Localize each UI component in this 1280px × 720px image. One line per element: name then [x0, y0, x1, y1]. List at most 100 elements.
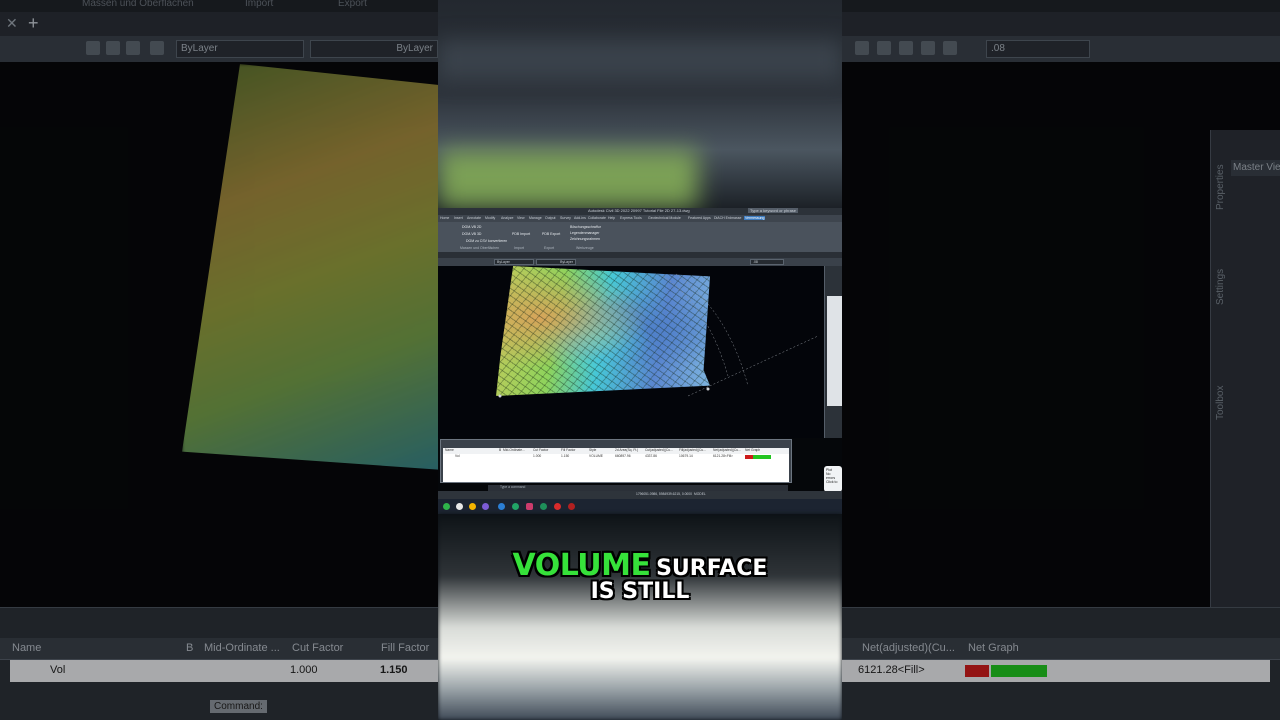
- cad-title-bar: Autodesk Civil 3D 2022 20997 Tutorial Fi…: [438, 208, 842, 215]
- command-chip: Command:: [210, 700, 267, 713]
- bg-properties-panel: Properties Settings Toolbox Master View: [1210, 130, 1280, 610]
- ribbon-item[interactable]: Zeichnungsrahmen: [570, 237, 600, 241]
- ribbon-tab[interactable]: Annotate: [467, 216, 481, 220]
- ribbon-item[interactable]: DGM zu CSV konvertieren: [466, 239, 507, 243]
- ribbon-item[interactable]: Legendenmanager: [570, 231, 599, 235]
- boundary-lines: [498, 273, 819, 398]
- cad-linetype-combo[interactable]: ByLayer: [536, 259, 576, 265]
- notification-link[interactable]: Click to: [826, 480, 840, 484]
- ribbon-tab[interactable]: View: [517, 216, 525, 220]
- status-model[interactable]: MODEL: [694, 492, 706, 496]
- column-header[interactable]: Fill Factor: [381, 642, 429, 654]
- ribbon-tab[interactable]: DiACH Erdmasse: [714, 216, 741, 220]
- panel-label[interactable]: Properties: [1215, 164, 1226, 210]
- ribbon-item[interactable]: DGM-VB 2D: [462, 225, 481, 229]
- grid-column-header[interactable]: Name: [445, 448, 454, 452]
- bg-lineweight-combo[interactable]: .08: [986, 40, 1090, 58]
- ribbon-tab[interactable]: Help: [608, 216, 615, 220]
- grid-column-header[interactable]: Net Graph: [745, 448, 760, 452]
- tool-icon[interactable]: [855, 41, 869, 55]
- tool-icon[interactable]: [921, 41, 935, 55]
- tool-icon[interactable]: [877, 41, 891, 55]
- ribbon-tab[interactable]: Add-ins: [574, 216, 586, 220]
- ribbon-tab-active[interactable]: Vermessung: [744, 216, 766, 220]
- row-fill-factor: 1.150: [380, 664, 408, 676]
- new-tab-icon[interactable]: +: [28, 13, 39, 34]
- grid-column-header[interactable]: Style: [589, 448, 596, 452]
- close-icon[interactable]: ✕: [6, 15, 18, 32]
- grid-column-header[interactable]: Fill Factor: [561, 448, 575, 452]
- ribbon-tab[interactable]: Survey: [560, 216, 571, 220]
- video-frame[interactable]: Autodesk Civil 3D 2022 20997 Tutorial Fi…: [438, 0, 842, 720]
- cad-layer-combo[interactable]: ByLayer: [494, 259, 534, 265]
- plot-notification[interactable]: Plot No errors Click to: [824, 466, 842, 492]
- ribbon-item[interactable]: PDB Import: [512, 232, 530, 236]
- cad-properties-toolbar: ByLayer ByLayer .08: [438, 258, 842, 266]
- grid-cut: 4337.86: [645, 454, 657, 458]
- grid-column-header[interactable]: Net(adjusted)(Cu...: [713, 448, 741, 452]
- app-icon[interactable]: [482, 503, 489, 510]
- layer-tool-icon[interactable]: [86, 41, 100, 55]
- bg-linetype-combo[interactable]: ByLayer: [310, 40, 438, 58]
- app-icon[interactable]: [512, 503, 519, 510]
- panel-label[interactable]: Settings: [1215, 269, 1226, 305]
- app-icon[interactable]: [568, 503, 575, 510]
- cad-window-title: Autodesk Civil 3D 2022 20997 Tutorial Fi…: [588, 208, 690, 213]
- column-header[interactable]: Name: [12, 642, 41, 654]
- panel-label[interactable]: Toolbox: [1215, 386, 1226, 420]
- grid-column-header[interactable]: 2d Area(Sq. Ft.): [615, 448, 638, 452]
- ribbon-item[interactable]: Böschungsschraffur: [570, 225, 601, 229]
- app-icon[interactable]: [526, 503, 533, 510]
- ribbon-tab[interactable]: Insert: [454, 216, 463, 220]
- ribbon-item[interactable]: PDB Export: [542, 232, 560, 236]
- ribbon-tab[interactable]: Geotechnical Module: [648, 216, 681, 220]
- bg-color-combo[interactable]: ByLayer: [176, 40, 304, 58]
- app-icon[interactable]: [540, 503, 547, 510]
- layer-tool-icon[interactable]: [150, 41, 164, 55]
- cad-lineweight-combo[interactable]: .08: [750, 259, 784, 265]
- volumes-dashboard-panel: Name B Mid-Ordinate... Cut Factor Fill F…: [440, 439, 792, 483]
- ribbon-tab[interactable]: Analyze: [501, 216, 513, 220]
- app-icon[interactable]: [456, 503, 463, 510]
- ribbon-tab[interactable]: Featured Apps: [688, 216, 711, 220]
- app-icon[interactable]: [443, 503, 450, 510]
- grid-name: Vol: [455, 454, 460, 458]
- grid-row[interactable]: Vol 1.000 1.150 VOLUME 660897.96 4337.86…: [443, 454, 789, 482]
- tool-icon[interactable]: [943, 41, 957, 55]
- column-header[interactable]: Net Graph: [968, 642, 1019, 654]
- ribbon-group-label: Import: [514, 246, 524, 250]
- grid-column-header[interactable]: B: [499, 448, 501, 452]
- column-header[interactable]: B: [186, 642, 193, 654]
- layer-tool-icon[interactable]: [126, 41, 140, 55]
- ribbon-tab[interactable]: Collaborate: [588, 216, 606, 220]
- ribbon-tab[interactable]: Express Tools: [620, 216, 642, 220]
- column-header[interactable]: Mid-Ordinate ...: [204, 642, 280, 654]
- bg-menu-item[interactable]: Massen und Oberflächen: [82, 0, 194, 9]
- grid-column-header[interactable]: Cut Factor: [533, 448, 548, 452]
- app-icon[interactable]: [498, 503, 505, 510]
- column-header[interactable]: Net(adjusted)(Cu...: [862, 642, 955, 654]
- bg-menu-item[interactable]: Export: [338, 0, 367, 9]
- cad-screenshot: Autodesk Civil 3D 2022 20997 Tutorial Fi…: [438, 208, 842, 514]
- ribbon-tab[interactable]: Manage: [529, 216, 542, 220]
- app-icon[interactable]: [469, 503, 476, 510]
- ribbon-item[interactable]: DGM-VB 3D: [462, 232, 481, 236]
- grid-column-header[interactable]: Mid-Ordinate...: [503, 448, 525, 452]
- cad-search-box[interactable]: Type a keyword or phrase: [748, 208, 799, 213]
- column-header[interactable]: Cut Factor: [292, 642, 343, 654]
- ribbon-tab[interactable]: Output: [545, 216, 556, 220]
- cad-ribbon-tabs: Home Insert Annotate Modify Analyze View…: [438, 215, 842, 222]
- notification-text: No errors: [826, 472, 836, 480]
- grid-column-header[interactable]: Cut(adjusted)(Cu...: [645, 448, 673, 452]
- grid-style[interactable]: VOLUME: [589, 454, 603, 458]
- ribbon-tab[interactable]: Modify: [485, 216, 495, 220]
- net-fill-bar: [991, 665, 1047, 677]
- tool-icon[interactable]: [899, 41, 913, 55]
- os-taskbar: [438, 499, 842, 514]
- layer-tool-icon[interactable]: [106, 41, 120, 55]
- cad-drawing-canvas[interactable]: [438, 266, 824, 438]
- bg-menu-item[interactable]: Import: [245, 0, 273, 9]
- ribbon-tab[interactable]: Home: [440, 216, 449, 220]
- app-icon[interactable]: [554, 503, 561, 510]
- grid-column-header[interactable]: Fill(adjusted)(Cu...: [679, 448, 706, 452]
